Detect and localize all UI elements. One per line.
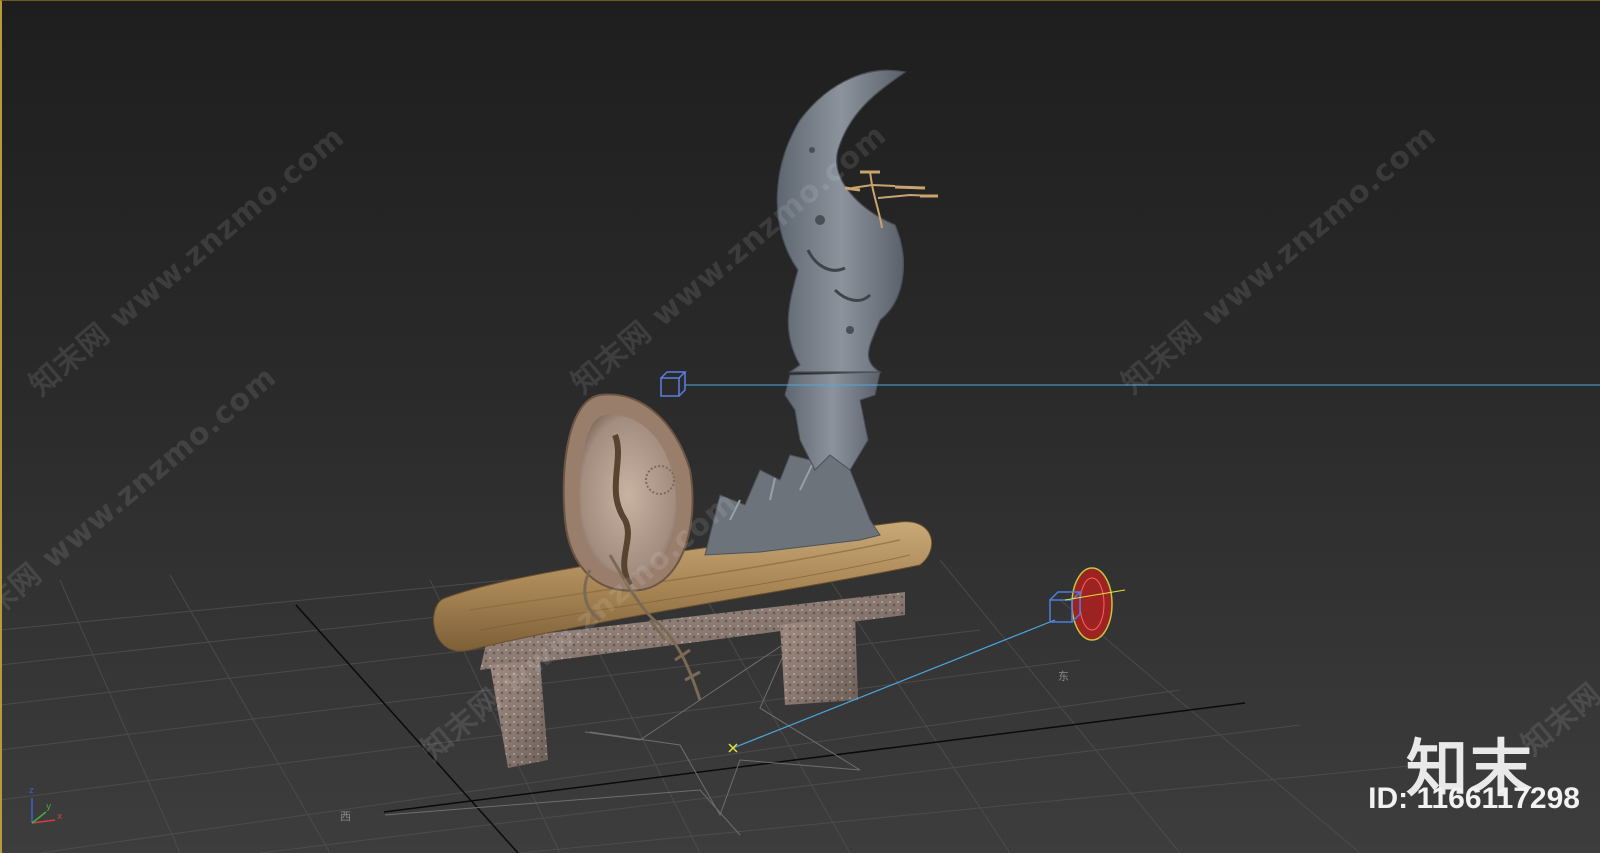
viewport-scene[interactable] — [0, 0, 1600, 853]
axis-tripod-icon — [31, 798, 56, 824]
axis-x-label: x — [57, 812, 63, 822]
axis-y-label: y — [46, 802, 52, 812]
axis-z-label: z — [29, 786, 34, 796]
3d-viewport[interactable]: 知末网 www.znzmo.com 知末网 www.znzmo.com 知末网 … — [0, 0, 1600, 853]
compass-west-label: 西 — [340, 810, 351, 823]
model-id-text: ID: 1166117298 — [1368, 782, 1580, 815]
scholar-rock — [776, 69, 907, 471]
compass-east-label: 东 — [1058, 670, 1069, 683]
